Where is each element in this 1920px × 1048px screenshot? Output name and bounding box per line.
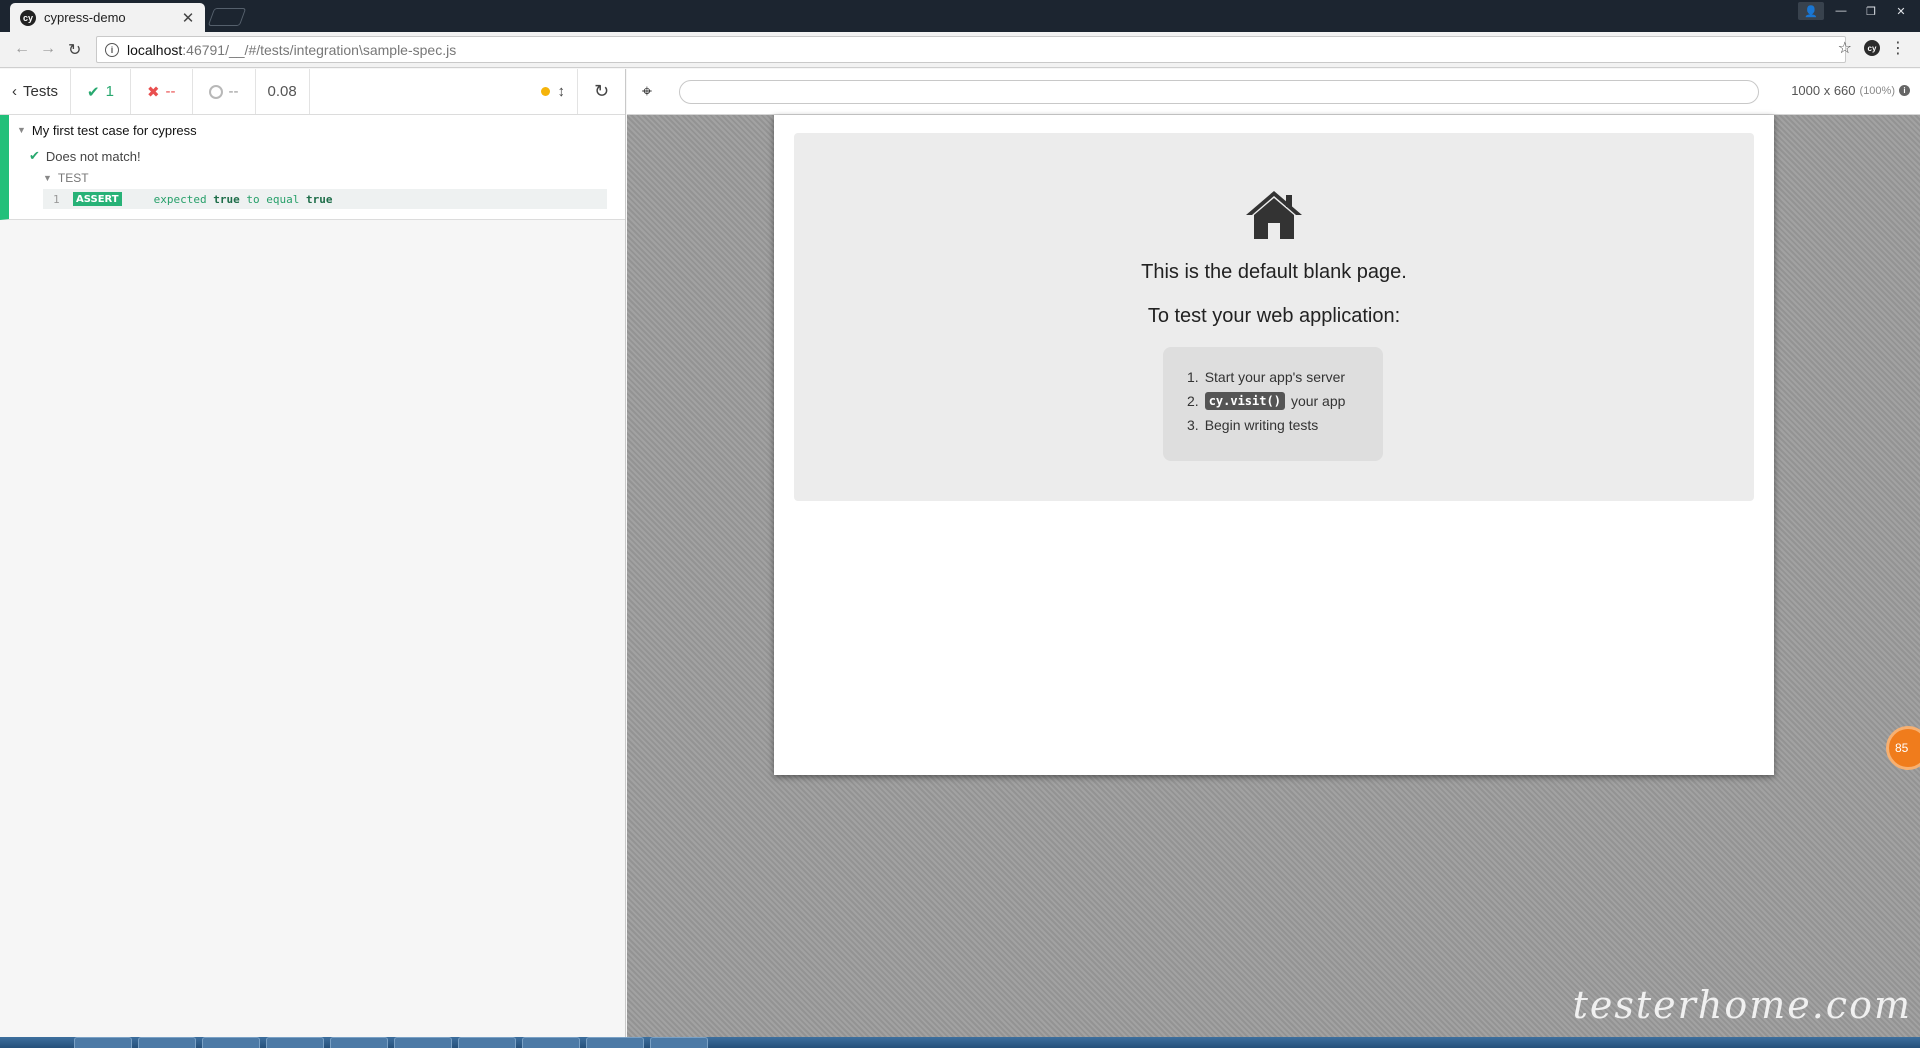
aut-iframe: This is the default blank page. To test …: [774, 115, 1774, 775]
floating-widget-badge[interactable]: 85: [1886, 726, 1920, 770]
aut-url-field[interactable]: [679, 80, 1759, 104]
app-under-test-area: ⌖ 1000 x 660 (100%) i This is the defaul…: [627, 69, 1920, 1037]
browser-menu-icon[interactable]: ⋮: [1890, 38, 1906, 58]
watermark: testerhome.com: [1572, 983, 1912, 1027]
reporter-header: ‹ Tests ✔ 1 ✖ -- -- 0.08 ↕ ↻: [0, 69, 625, 115]
section-title: TEST: [57, 171, 89, 185]
check-icon: ✔: [87, 83, 100, 101]
suite-header[interactable]: ▼ My first test case for cypress: [17, 119, 611, 141]
tests-label: Tests: [23, 83, 59, 100]
url-host: localhost: [127, 41, 183, 58]
forward-arrow-icon[interactable]: →: [40, 40, 56, 58]
failed-count: --: [165, 83, 176, 100]
test-item[interactable]: ✔ Does not match! ▼ TEST 1 ASSERT expect…: [29, 147, 611, 209]
taskbar-item[interactable]: [138, 1037, 196, 1048]
chevron-left-icon: ‹: [12, 83, 17, 100]
taskbar-item[interactable]: [266, 1037, 324, 1048]
bookmark-star-icon[interactable]: ☆: [1838, 38, 1852, 58]
duration-stat: 0.08: [256, 69, 310, 114]
test-reporter: ‹ Tests ✔ 1 ✖ -- -- 0.08 ↕ ↻ ▼ My first …: [0, 69, 626, 1037]
taskbar-item[interactable]: [330, 1037, 388, 1048]
browser-tab-strip: cy cypress-demo ✕ 👤 — ❐ ✕: [0, 0, 1920, 32]
back-to-tests-button[interactable]: ‹ Tests: [0, 69, 72, 114]
selector-playground-icon[interactable]: ⌖: [627, 81, 667, 102]
command-name-badge: ASSERT: [73, 192, 122, 206]
command-message: expected true to equal true: [153, 192, 333, 206]
viewport-info[interactable]: 1000 x 660 (100%) i: [1791, 83, 1910, 98]
close-window-icon[interactable]: ✕: [1888, 2, 1914, 20]
code-snippet: cy.visit(): [1204, 392, 1285, 410]
taskbar-item[interactable]: [74, 1037, 132, 1048]
failed-stat: ✖ --: [131, 69, 193, 114]
scroll-controls: ↕: [529, 69, 578, 114]
reload-icon: ↻: [593, 81, 610, 101]
restore-window-icon[interactable]: ❐: [1858, 2, 1884, 20]
taskbar-item[interactable]: [586, 1037, 644, 1048]
command-row[interactable]: 1 ASSERT expected true to equal true: [43, 189, 607, 209]
url-field[interactable]: i localhost :46791/__/#/tests/integratio…: [96, 36, 1846, 63]
check-icon: ✔: [29, 148, 40, 163]
blank-page-subheading: To test your web application:: [1147, 305, 1401, 327]
running-indicator-icon: [540, 87, 550, 96]
auto-scroll-toggle-icon[interactable]: ↕: [558, 83, 566, 100]
cypress-extension-icon[interactable]: cy: [1864, 40, 1880, 56]
taskbar-item[interactable]: [458, 1037, 516, 1048]
close-tab-icon[interactable]: ✕: [181, 9, 195, 27]
suite-title: My first test case for cypress: [31, 122, 197, 138]
viewport-scale: (100%): [1859, 84, 1895, 97]
new-tab-button[interactable]: [207, 8, 247, 26]
taskbar-item[interactable]: [650, 1037, 708, 1048]
list-item: 1. Start your app's server: [1187, 369, 1346, 385]
passed-count: 1: [105, 83, 114, 100]
cross-icon: ✖: [146, 83, 160, 101]
back-arrow-icon[interactable]: ←: [14, 40, 30, 58]
address-bar: ← → ↻ i localhost :46791/__/#/tests/inte…: [0, 32, 1920, 68]
browser-tab[interactable]: cy cypress-demo ✕: [10, 3, 205, 32]
test-title: Does not match!: [45, 148, 141, 164]
list-item: 3. Begin writing tests: [1187, 417, 1319, 433]
window-controls: 👤 — ❐ ✕: [1798, 2, 1914, 20]
default-blank-page: This is the default blank page. To test …: [794, 133, 1754, 501]
reload-icon[interactable]: ↻: [68, 40, 81, 60]
aut-header: ⌖ 1000 x 660 (100%) i: [627, 69, 1920, 115]
url-path: :46791/__/#/tests/integration\sample-spe…: [182, 41, 457, 58]
caret-down-icon: ▼: [17, 125, 26, 135]
blank-page-heading: This is the default blank page.: [1141, 261, 1407, 283]
pending-circle-icon: [208, 84, 223, 99]
minimize-window-icon[interactable]: —: [1828, 2, 1854, 20]
home-icon: [1246, 191, 1302, 239]
taskbar-item[interactable]: [202, 1037, 260, 1048]
passed-stat: ✔ 1: [71, 69, 131, 114]
list-item: 2. cy.visit() your app: [1187, 392, 1346, 410]
command-number: 1: [53, 192, 60, 206]
test-suite[interactable]: ▼ My first test case for cypress ✔ Does …: [0, 115, 625, 220]
test-header[interactable]: ✔ Does not match!: [29, 147, 611, 165]
steps-list: 1. Start your app's server 2. cy.visit()…: [1163, 347, 1383, 461]
os-taskbar: [0, 1037, 1920, 1048]
user-profile-icon[interactable]: 👤: [1798, 2, 1824, 20]
viewport-size: 1000 x 660: [1791, 83, 1856, 98]
tab-title: cypress-demo: [44, 10, 126, 25]
info-icon[interactable]: i: [1899, 85, 1910, 96]
caret-down-icon: ▼: [43, 173, 52, 183]
section-header[interactable]: ▼ TEST: [43, 169, 611, 187]
cypress-favicon-icon: cy: [20, 9, 36, 26]
rerun-tests-button[interactable]: ↻: [577, 69, 625, 114]
taskbar-item[interactable]: [522, 1037, 580, 1048]
duration-value: 0.08: [267, 83, 297, 100]
pending-stat: --: [193, 69, 256, 114]
commands-section: ▼ TEST 1 ASSERT expected true to equal t…: [43, 169, 611, 209]
pending-count: --: [228, 83, 239, 100]
taskbar-item[interactable]: [394, 1037, 452, 1048]
site-info-icon[interactable]: i: [105, 42, 119, 57]
